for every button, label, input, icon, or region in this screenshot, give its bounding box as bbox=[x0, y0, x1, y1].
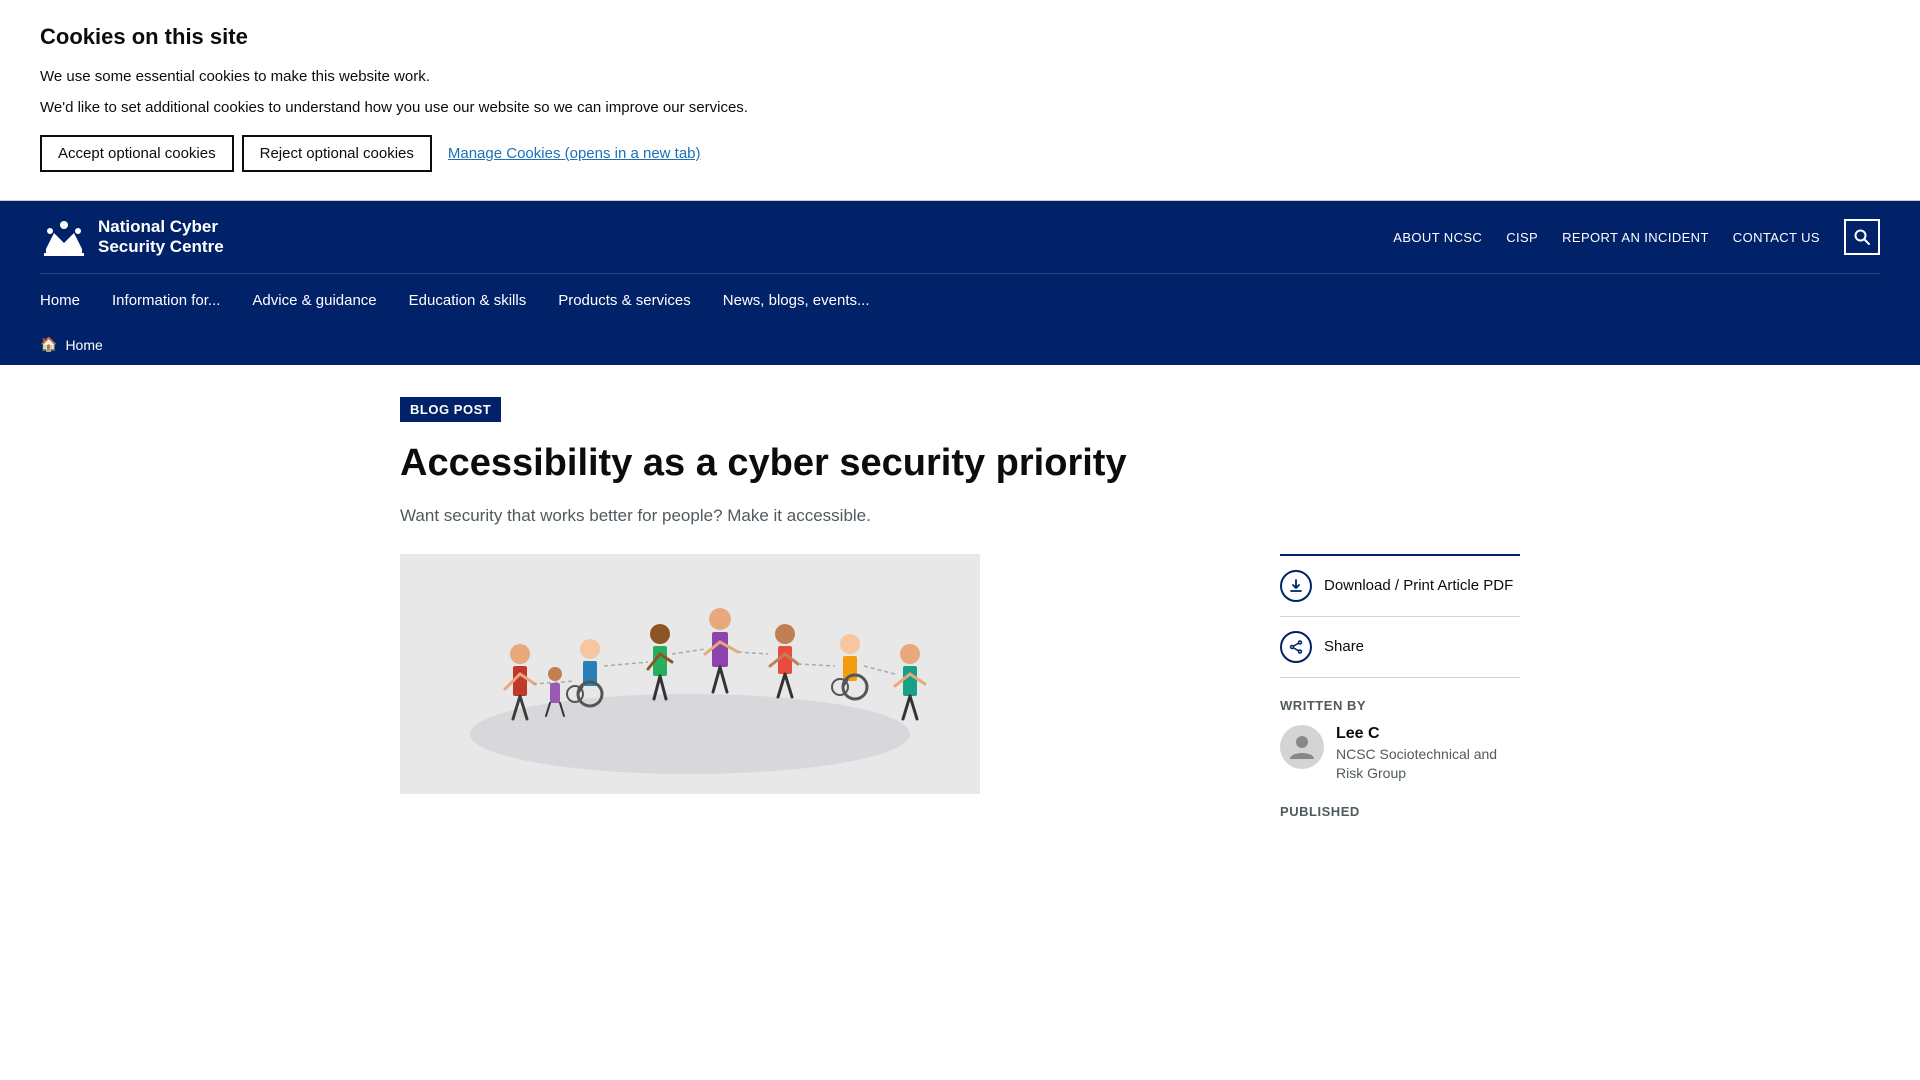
written-by-label: WRITTEN BY bbox=[1280, 698, 1520, 713]
page-content: BLOG POST Accessibility as a cyber secur… bbox=[360, 365, 1560, 851]
article-image bbox=[400, 554, 980, 794]
reject-cookies-button[interactable]: Reject optional cookies bbox=[242, 135, 432, 172]
published-section: PUBLISHED bbox=[1280, 784, 1520, 819]
nav-item-home[interactable]: Home bbox=[40, 274, 96, 330]
share-action[interactable]: Share bbox=[1280, 617, 1520, 678]
author-name: Lee C bbox=[1336, 725, 1520, 743]
cookie-banner-title: Cookies on this site bbox=[40, 24, 1880, 50]
crown-logo-icon bbox=[40, 213, 88, 261]
author-row: Lee C NCSC Sociotechnical and Risk Group bbox=[1280, 725, 1520, 784]
nav-item-advice-guidance[interactable]: Advice & guidance bbox=[236, 274, 392, 330]
search-icon bbox=[1854, 229, 1870, 245]
author-section: WRITTEN BY Lee C NCSC Sociotechnical and… bbox=[1280, 678, 1520, 784]
share-icon bbox=[1280, 631, 1312, 663]
share-label: Share bbox=[1324, 638, 1364, 655]
breadcrumb-home-link[interactable]: Home bbox=[65, 337, 102, 353]
logo-text: National Cyber Security Centre bbox=[98, 217, 224, 258]
breadcrumb-bar: 🏠 Home bbox=[0, 330, 1920, 365]
header-top: National Cyber Security Centre ABOUT NCS… bbox=[40, 201, 1880, 274]
nav-item-news-blogs-events[interactable]: News, blogs, events... bbox=[707, 274, 886, 330]
article-body: Download / Print Article PDF Share WRITT… bbox=[400, 554, 1520, 819]
search-button[interactable] bbox=[1844, 219, 1880, 255]
accept-cookies-button[interactable]: Accept optional cookies bbox=[40, 135, 234, 172]
article-title: Accessibility as a cyber security priori… bbox=[400, 442, 1160, 486]
article-subtitle: Want security that works better for peop… bbox=[400, 506, 1160, 526]
article-illustration bbox=[400, 554, 980, 794]
author-info: Lee C NCSC Sociotechnical and Risk Group bbox=[1336, 725, 1520, 784]
nav-item-information-for[interactable]: Information for... bbox=[96, 274, 236, 330]
article-sidebar: Download / Print Article PDF Share WRITT… bbox=[1280, 554, 1520, 819]
article-main bbox=[400, 554, 1232, 794]
nav-item-education-skills[interactable]: Education & skills bbox=[393, 274, 543, 330]
header-link-cisp[interactable]: CISP bbox=[1506, 230, 1538, 245]
avatar-icon bbox=[1286, 731, 1318, 763]
manage-cookies-link[interactable]: Manage Cookies (opens in a new tab) bbox=[448, 145, 701, 162]
cookie-text-2: We'd like to set additional cookies to u… bbox=[40, 97, 1880, 120]
download-pdf-action[interactable]: Download / Print Article PDF bbox=[1280, 556, 1520, 617]
header-links: ABOUT NCSC CISP REPORT AN INCIDENT CONTA… bbox=[1393, 219, 1880, 255]
cookie-banner: Cookies on this site We use some essenti… bbox=[0, 0, 1920, 201]
header-link-report-incident[interactable]: REPORT AN INCIDENT bbox=[1562, 230, 1709, 245]
author-org: NCSC Sociotechnical and Risk Group bbox=[1336, 745, 1520, 784]
cookie-buttons: Accept optional cookies Reject optional … bbox=[40, 135, 1880, 172]
cookie-text-1: We use some essential cookies to make th… bbox=[40, 66, 1880, 89]
download-icon bbox=[1280, 570, 1312, 602]
logo-area[interactable]: National Cyber Security Centre bbox=[40, 213, 224, 261]
header-link-about-ncsc[interactable]: ABOUT NCSC bbox=[1393, 230, 1482, 245]
main-nav: Home Information for... Advice & guidanc… bbox=[40, 274, 1880, 330]
home-breadcrumb-icon: 🏠 bbox=[40, 336, 57, 353]
blog-tag: BLOG POST bbox=[400, 397, 501, 422]
nav-item-products-services[interactable]: Products & services bbox=[542, 274, 707, 330]
published-label: PUBLISHED bbox=[1280, 804, 1520, 819]
header-link-contact-us[interactable]: CONTACT US bbox=[1733, 230, 1820, 245]
author-avatar bbox=[1280, 725, 1324, 769]
site-header: National Cyber Security Centre ABOUT NCS… bbox=[0, 201, 1920, 330]
download-label: Download / Print Article PDF bbox=[1324, 577, 1513, 594]
